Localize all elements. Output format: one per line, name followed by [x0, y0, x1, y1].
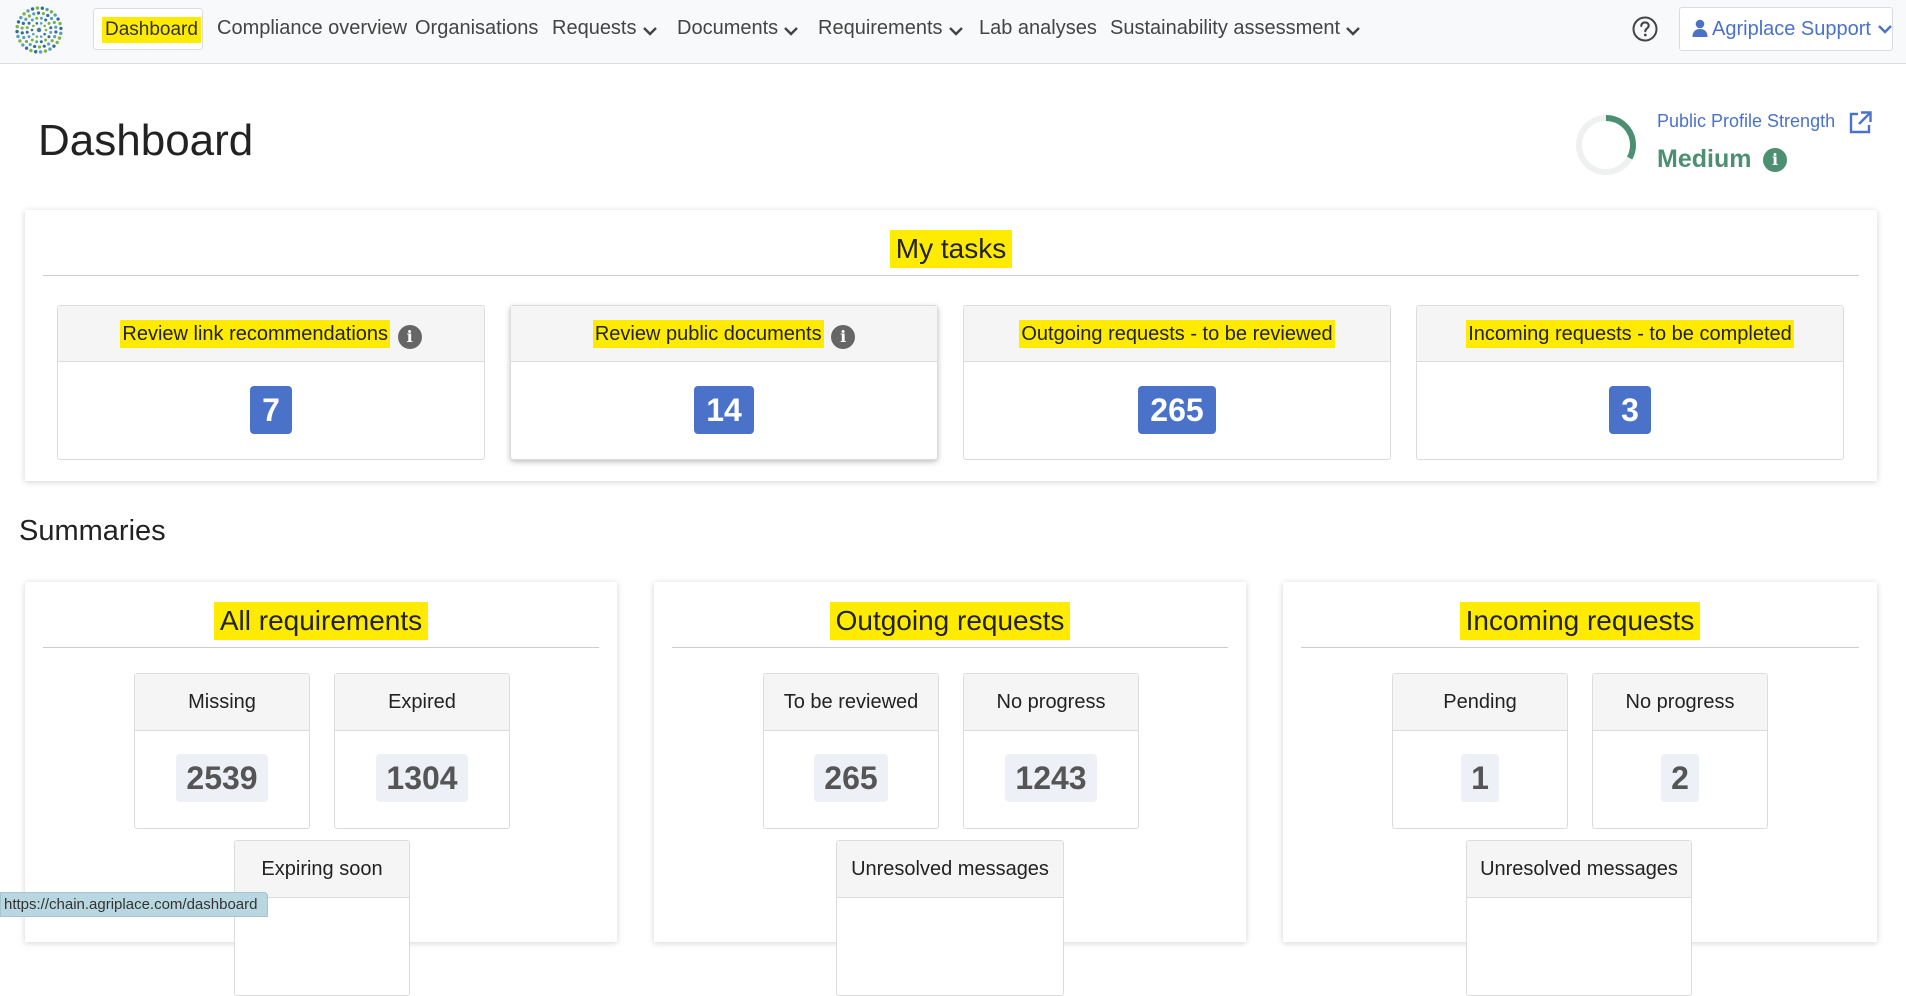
nav-item-label: Dashboard	[102, 17, 201, 43]
summary-panel-all-requirements: All requirements Missing 2539 Expired 13…	[25, 582, 617, 996]
stat-card-no-progress[interactable]: No progress 1243	[963, 673, 1139, 829]
task-card-label: Review link recommendations	[120, 320, 391, 348]
profile-strength-link[interactable]: Public Profile Strength	[1657, 111, 1835, 132]
stat-card-to-be-reviewed[interactable]: To be reviewed 265	[763, 673, 939, 829]
summary-panel-incoming-requests: Incoming requests Pending 1 No progress …	[1283, 582, 1877, 996]
page-title: Dashboard	[38, 116, 254, 165]
nav-item-sustainability-assessment[interactable]: Sustainability assessment	[1110, 0, 1360, 56]
task-card-label: Incoming requests - to be completed	[1466, 320, 1794, 348]
task-card-incoming-requests-to-be-completed[interactable]: Incoming requests - to be completed 3	[1416, 305, 1844, 460]
profile-strength-ring	[1576, 115, 1636, 175]
info-icon[interactable]: i	[397, 325, 422, 349]
task-card-header: Incoming requests - to be completed	[1417, 306, 1843, 362]
task-card-outgoing-requests-to-be-reviewed[interactable]: Outgoing requests - to be reviewed 265	[963, 305, 1391, 460]
status-bar-url: https://chain.agriplace.com/dashboard	[0, 892, 269, 917]
chevron-down-icon	[1878, 25, 1892, 34]
user-icon	[1692, 19, 1708, 37]
stat-card-pending[interactable]: Pending 1	[1392, 673, 1568, 829]
agriplace-logo[interactable]	[13, 4, 65, 56]
nav-item-organisations[interactable]: Organisations	[415, 0, 538, 56]
task-count-badge: 14	[694, 386, 754, 434]
nav-item-label: Requests	[552, 17, 637, 39]
profile-strength-value: Medium	[1657, 145, 1752, 173]
nav-item-lab-analyses[interactable]: Lab analyses	[979, 0, 1097, 56]
nav-item-requests[interactable]: Requests	[552, 0, 657, 56]
stat-value: 1243	[1005, 754, 1097, 802]
chevron-down-icon	[642, 27, 657, 36]
chevron-down-icon	[1346, 27, 1360, 36]
panel-header: All requirements	[43, 602, 599, 648]
nav-item-compliance-overview[interactable]: Compliance overview	[217, 0, 407, 56]
info-icon[interactable]: i	[831, 325, 856, 349]
panel-header: Outgoing requests	[672, 602, 1228, 648]
task-count-badge: 7	[250, 386, 292, 434]
stat-card-missing[interactable]: Missing 2539	[134, 673, 310, 829]
stat-value: 1	[1461, 754, 1499, 802]
summary-panel-title: All requirements	[213, 602, 429, 640]
nav-item-requirements[interactable]: Requirements	[818, 0, 963, 56]
nav-item-dashboard[interactable]: Dashboard	[93, 8, 203, 50]
nav-item-label: Organisations	[415, 17, 539, 39]
summary-panel-title: Outgoing requests	[829, 602, 1071, 640]
stat-card-expiring-soon[interactable]: Expiring soon	[234, 840, 410, 996]
stat-value: 265	[814, 754, 888, 802]
task-count-badge: 265	[1138, 386, 1216, 434]
task-card-header: Outgoing requests - to be reviewed	[964, 306, 1390, 362]
task-card-label: Outgoing requests - to be reviewed	[1019, 320, 1335, 348]
stat-label: To be reviewed	[764, 674, 938, 731]
task-card-header: Review public documents i	[511, 306, 937, 362]
stat-label: Pending	[1393, 674, 1567, 731]
task-card-review-public-documents[interactable]: Review public documents i 14	[510, 305, 938, 460]
stat-label: No progress	[1593, 674, 1767, 731]
nav-item-documents[interactable]: Documents	[677, 0, 799, 56]
panel-header: Incoming requests	[1301, 602, 1859, 648]
stat-label: Unresolved messages	[1467, 841, 1691, 898]
external-link-icon[interactable]	[1847, 110, 1873, 136]
stat-label: Expired	[335, 674, 509, 731]
summaries-title: Summaries	[19, 515, 166, 547]
stat-label: Missing	[135, 674, 309, 731]
stat-value: 2539	[176, 754, 268, 802]
user-name: Agriplace Support	[1712, 18, 1871, 40]
nav-item-label: Sustainability assessment	[1110, 17, 1341, 39]
stat-card-unresolved-messages[interactable]: Unresolved messages	[836, 840, 1064, 996]
info-icon[interactable]: i	[1763, 148, 1787, 172]
stat-card-no-progress[interactable]: No progress 2	[1592, 673, 1768, 829]
stat-label: No progress	[964, 674, 1138, 731]
my-tasks-panel: My tasks Review link recommendations i 7…	[25, 210, 1877, 481]
stat-value: 1304	[376, 754, 468, 802]
help-circle-icon[interactable]	[1632, 16, 1658, 42]
user-menu-button[interactable]: Agriplace Support	[1679, 7, 1893, 51]
chevron-down-icon	[948, 27, 963, 36]
nav-item-label: Compliance overview	[217, 17, 408, 39]
stat-value: 2	[1661, 754, 1699, 802]
my-tasks-title: My tasks	[889, 230, 1013, 268]
task-card-review-link-recommendations[interactable]: Review link recommendations i 7	[57, 305, 485, 460]
nav-item-label: Lab analyses	[979, 17, 1097, 39]
panel-header: My tasks	[43, 230, 1859, 276]
summary-panel-outgoing-requests: Outgoing requests To be reviewed 265 No …	[654, 582, 1246, 996]
stat-label: Unresolved messages	[837, 841, 1063, 898]
nav-item-label: Requirements	[818, 17, 943, 39]
task-count-badge: 3	[1609, 386, 1651, 434]
stat-card-expired[interactable]: Expired 1304	[334, 673, 510, 829]
nav-item-label: Documents	[677, 17, 779, 39]
task-card-label: Review public documents	[592, 320, 824, 348]
task-card-header: Review link recommendations i	[58, 306, 484, 362]
summary-panel-title: Incoming requests	[1459, 602, 1701, 640]
chevron-down-icon	[784, 27, 799, 36]
top-navbar: Dashboard Compliance overview Organisati…	[0, 0, 1906, 64]
stat-card-unresolved-messages[interactable]: Unresolved messages	[1466, 840, 1692, 996]
stat-label: Expiring soon	[235, 841, 409, 898]
